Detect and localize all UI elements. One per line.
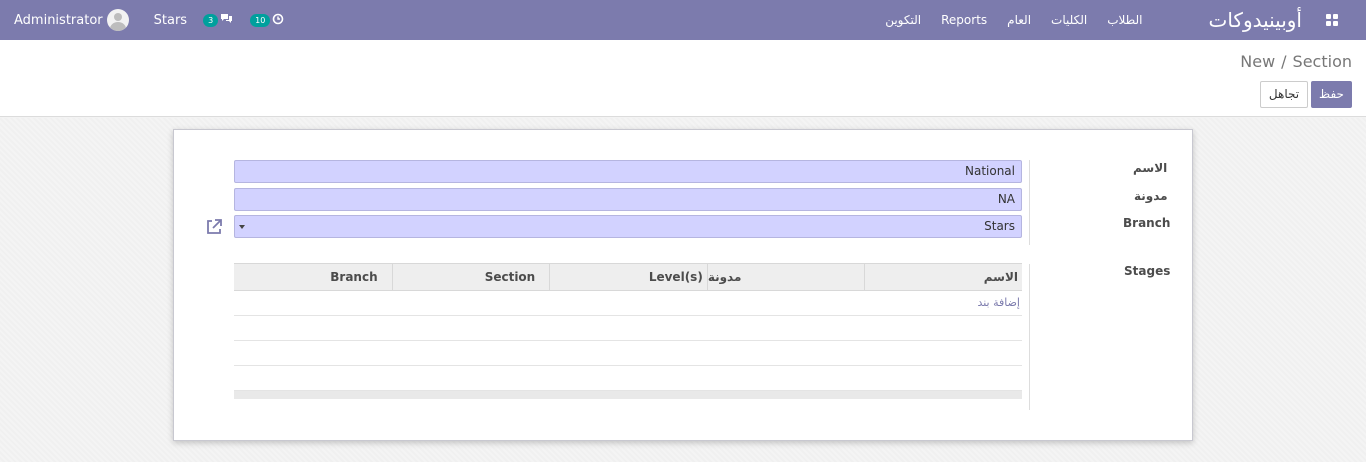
navbar-systray: Administrator Stars 3 10 bbox=[14, 0, 284, 40]
table-header: الاسم مدونة Level(s) Section Branch bbox=[234, 263, 1022, 291]
messages-badge: 3 bbox=[203, 13, 219, 27]
clock-icon bbox=[272, 13, 284, 28]
user-menu[interactable]: Administrator bbox=[14, 9, 129, 31]
column-header-code[interactable]: مدونة bbox=[706, 264, 865, 290]
navbar-main: أوبينيدوكات الطلاب الكليات العام Reports… bbox=[875, 0, 1366, 40]
column-header-name[interactable]: الاسم bbox=[864, 264, 1022, 290]
table-row bbox=[234, 341, 1022, 366]
branch-select[interactable]: Stars bbox=[234, 215, 1022, 238]
control-panel: New / Section حفظ تجاهل bbox=[0, 40, 1366, 117]
menu-item-students[interactable]: الطلاب bbox=[1097, 0, 1152, 40]
comments-icon bbox=[220, 13, 233, 28]
breadcrumb-separator: / bbox=[1281, 52, 1287, 71]
table-footer bbox=[234, 391, 1022, 399]
user-name: Administrator bbox=[14, 12, 103, 28]
activities-badge: 10 bbox=[250, 13, 271, 27]
menu-item-colleges[interactable]: الكليات bbox=[1041, 0, 1097, 40]
code-input[interactable]: NA bbox=[234, 188, 1022, 211]
company-switcher[interactable]: Stars bbox=[154, 13, 187, 28]
column-header-section[interactable]: Section bbox=[391, 264, 550, 290]
branch-select-value: Stars bbox=[984, 219, 1015, 233]
chevron-down-icon bbox=[239, 225, 245, 229]
add-line-link[interactable]: إضافة بند bbox=[234, 291, 1022, 315]
messaging-menu[interactable]: 3 bbox=[203, 13, 233, 28]
form-sheet: الاسم مدونة Branch Stages National NA St… bbox=[173, 129, 1193, 441]
save-button[interactable]: حفظ bbox=[1311, 81, 1352, 108]
apps-icon[interactable] bbox=[1326, 14, 1338, 26]
table-row bbox=[234, 316, 1022, 341]
table-row: إضافة بند bbox=[234, 291, 1022, 316]
menu-item-configuration[interactable]: التكوين bbox=[875, 0, 931, 40]
code-label: مدونة bbox=[1134, 189, 1168, 203]
branch-label: Branch bbox=[1123, 216, 1171, 230]
column-header-levels[interactable]: Level(s) bbox=[549, 264, 707, 290]
breadcrumb: New / Section bbox=[1240, 52, 1352, 71]
breadcrumb-parent-link[interactable]: Section bbox=[1293, 52, 1352, 71]
external-link-icon[interactable] bbox=[205, 218, 223, 236]
menu-item-general[interactable]: العام bbox=[997, 0, 1041, 40]
app-brand[interactable]: أوبينيدوكات bbox=[1209, 8, 1303, 32]
top-navbar: Administrator Stars 3 10 أوبينيدوكات الط… bbox=[0, 0, 1366, 40]
stages-divider bbox=[1029, 264, 1030, 410]
name-input[interactable]: National bbox=[234, 160, 1022, 183]
discard-button[interactable]: تجاهل bbox=[1260, 81, 1308, 108]
main-menu: الطلاب الكليات العام Reports التكوين bbox=[875, 0, 1152, 40]
activity-menu[interactable]: 10 bbox=[250, 13, 284, 28]
stages-label: Stages bbox=[1124, 264, 1171, 278]
breadcrumb-current: New bbox=[1240, 52, 1276, 71]
column-header-branch[interactable]: Branch bbox=[234, 264, 392, 290]
name-label: الاسم bbox=[1133, 161, 1168, 175]
table-row bbox=[234, 366, 1022, 391]
label-divider bbox=[1029, 160, 1030, 245]
stages-table: الاسم مدونة Level(s) Section Branch إضاف… bbox=[234, 263, 1022, 399]
menu-item-reports[interactable]: Reports bbox=[931, 0, 997, 40]
avatar bbox=[106, 9, 129, 31]
